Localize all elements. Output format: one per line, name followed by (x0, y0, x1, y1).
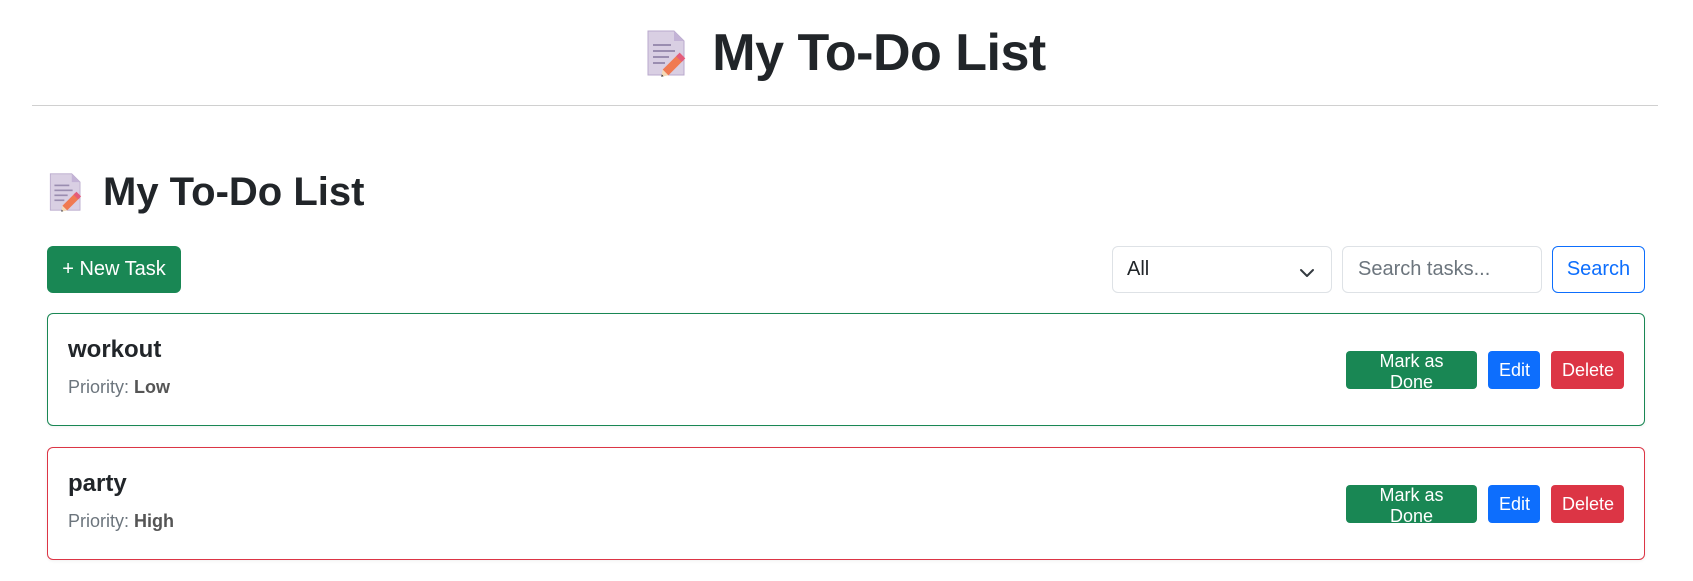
section-header: My To-Do List (47, 168, 1645, 216)
priority-value: High (134, 511, 175, 531)
priority-label: Priority: (68, 511, 135, 531)
task-card: workout Priority: Low Mark as Done Edit … (47, 313, 1645, 426)
delete-button[interactable]: Delete (1551, 485, 1624, 523)
mark-done-button[interactable]: Mark as Done (1346, 351, 1477, 392)
task-name: party (68, 470, 127, 497)
section-title: My To-Do List (103, 169, 365, 214)
priority-label: Priority: (68, 377, 135, 397)
new-task-button[interactable]: + New Task (47, 246, 181, 293)
filter-selected-value: All (1127, 258, 1150, 280)
task-actions: Mark as Done Edit Delete (1346, 485, 1624, 526)
mark-done-button[interactable]: Mark as Done (1346, 485, 1477, 526)
memo-icon (47, 171, 85, 213)
page-header: My To-Do List (32, 0, 1658, 106)
task-priority: Priority: Low (68, 377, 170, 398)
memo-icon (644, 28, 690, 78)
task-priority: Priority: High (68, 511, 174, 532)
filter-select[interactable]: All (1112, 246, 1332, 293)
search-input[interactable] (1342, 246, 1542, 293)
page-title: My To-Do List (712, 23, 1046, 82)
chevron-down-icon (1299, 263, 1315, 286)
task-card: party Priority: High Mark as Done Edit D… (47, 447, 1645, 560)
toolbar: + New Task All Search (47, 246, 1645, 294)
delete-button[interactable]: Delete (1551, 351, 1624, 389)
task-name: workout (68, 336, 162, 363)
task-list: workout Priority: Low Mark as Done Edit … (47, 313, 1645, 581)
main-container: My To-Do List + New Task All Search work… (47, 168, 1645, 560)
edit-button[interactable]: Edit (1488, 485, 1540, 523)
priority-value: Low (134, 377, 171, 397)
edit-button[interactable]: Edit (1488, 351, 1540, 389)
search-button[interactable]: Search (1552, 246, 1645, 293)
task-actions: Mark as Done Edit Delete (1346, 351, 1624, 392)
